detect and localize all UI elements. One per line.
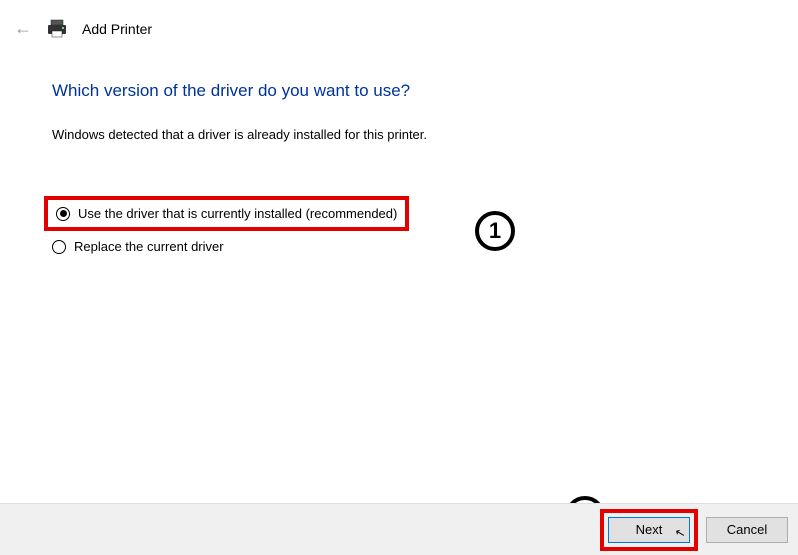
description-text: Windows detected that a driver is alread… (52, 127, 788, 142)
question-heading: Which version of the driver do you want … (52, 81, 788, 101)
wizard-title: Add Printer (82, 21, 152, 37)
radio-icon (52, 240, 66, 254)
cancel-button[interactable]: Cancel (706, 517, 788, 543)
back-arrow-icon[interactable]: ← (14, 18, 32, 39)
cursor-icon: ↖ (673, 524, 686, 540)
radio-icon (56, 207, 70, 221)
printer-icon (46, 19, 68, 39)
wizard-footer: Next ↖ Cancel (0, 503, 798, 555)
radio-label-replace: Replace the current driver (74, 239, 224, 254)
radio-label-use-installed: Use the driver that is currently install… (78, 206, 397, 221)
driver-radio-group: Use the driver that is currently install… (44, 196, 788, 260)
next-button[interactable]: Next ↖ (608, 517, 690, 543)
wizard-header: ← Add Printer (0, 0, 798, 51)
radio-option-use-installed[interactable]: Use the driver that is currently install… (44, 196, 409, 231)
radio-option-replace[interactable]: Replace the current driver (44, 233, 232, 260)
annotation-highlight-next: Next ↖ (600, 509, 698, 551)
annotation-step-1: 1 (475, 211, 515, 251)
wizard-content: Which version of the driver do you want … (0, 51, 798, 260)
